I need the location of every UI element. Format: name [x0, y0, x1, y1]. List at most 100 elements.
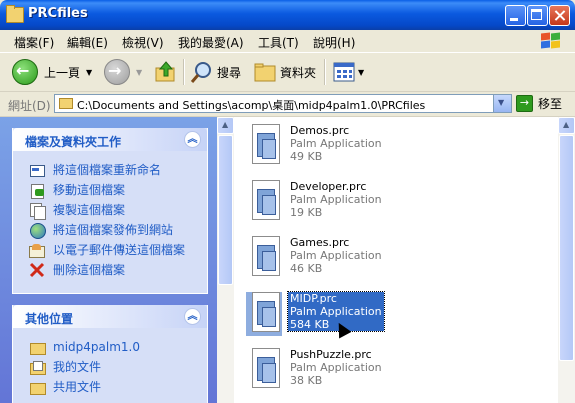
place-my-documents[interactable]: 我的文件 — [29, 358, 101, 375]
window-title: PRCfiles — [28, 6, 88, 21]
toolbar-separator — [183, 59, 185, 85]
task-move[interactable]: 移動這個檔案 — [29, 181, 126, 199]
folders-button[interactable]: 資料夾 — [253, 58, 316, 86]
move-icon — [29, 182, 45, 199]
file-tasks-panel: 檔案及資料夾工作 ︽ 將這個檔案重新命名 移動這個檔案 複製這個檔案 將這個檔案… — [12, 128, 208, 294]
scroll-thumb[interactable] — [559, 135, 574, 361]
file-type: Palm Application — [290, 137, 382, 150]
file-size: 19 KB — [290, 206, 323, 219]
scroll-thumb[interactable] — [218, 135, 233, 285]
folder-icon — [29, 339, 46, 355]
palm-app-file-icon — [246, 180, 282, 224]
file-type: Palm Application — [290, 361, 382, 374]
task-copy[interactable]: 複製這個檔案 — [29, 201, 126, 220]
search-button[interactable]: 搜尋 — [190, 58, 241, 86]
file-list: Demos.prc Palm Application 49 KB Developer.… — [234, 117, 558, 403]
forward-arrow-icon — [104, 59, 130, 85]
rename-icon — [29, 162, 45, 178]
go-button[interactable]: → 移至 — [516, 95, 562, 112]
views-grid-icon — [333, 62, 355, 82]
address-input[interactable]: C:\Documents and Settings\acomp\桌面\midp4… — [54, 94, 512, 113]
file-size: 38 KB — [290, 374, 323, 387]
collapse-chevron-icon[interactable]: ︽ — [184, 131, 201, 148]
file-type: Palm Application — [290, 305, 382, 318]
scroll-up-button[interactable]: ▲ — [558, 117, 575, 134]
folders-label: 資料夾 — [280, 65, 317, 80]
palm-app-file-icon — [246, 348, 282, 392]
up-button[interactable] — [154, 58, 178, 86]
file-details: Developer.prc Palm Application 19 KB — [290, 180, 382, 219]
other-places-panel: 其他位置 ︽ midp4palm1.0 我的文件 共用文件 — [12, 305, 208, 403]
task-move-label: 移動這個檔案 — [53, 183, 126, 197]
file-list-scrollbar[interactable]: ▲ — [558, 117, 575, 403]
task-copy-label: 複製這個檔案 — [53, 203, 126, 217]
file-item[interactable]: Developer.prc Palm Application 19 KB — [244, 178, 544, 228]
file-tasks-title: 檔案及資料夾工作 — [25, 135, 122, 149]
maximize-button[interactable] — [527, 5, 548, 26]
task-pane-scrollbar[interactable]: ▲ — [217, 117, 234, 403]
file-type: Palm Application — [290, 249, 382, 262]
task-rename-label: 將這個檔案重新命名 — [53, 163, 162, 177]
place-my-documents-label: 我的文件 — [53, 360, 102, 374]
back-button[interactable]: 上一頁 ▼ — [12, 58, 92, 86]
place-midp4palm-label: midp4palm1.0 — [53, 339, 140, 354]
copy-icon — [29, 202, 46, 220]
windows-logo-icon — [539, 32, 561, 50]
up-folder-icon — [155, 61, 175, 82]
collapse-chevron-icon[interactable]: ︽ — [184, 308, 201, 325]
task-email-label: 以電子郵件傳送這個檔案 — [53, 243, 186, 257]
scroll-up-button[interactable]: ▲ — [217, 117, 234, 134]
views-dropdown-icon[interactable]: ▼ — [358, 68, 364, 77]
menu-tools[interactable]: 工具(T) — [258, 34, 299, 51]
task-publish[interactable]: 將這個檔案發佈到網站 — [29, 221, 173, 239]
other-places-header[interactable]: 其他位置 ︽ — [13, 305, 207, 328]
palm-app-file-icon — [246, 292, 282, 336]
address-bar: 網址(D) C:\Documents and Settings\acomp\桌面… — [0, 92, 575, 117]
file-details: Games.prc Palm Application 46 KB — [290, 236, 382, 275]
task-rename[interactable]: 將這個檔案重新命名 — [29, 161, 161, 178]
file-item[interactable]: Demos.prc Palm Application 49 KB — [244, 122, 544, 172]
forward-button[interactable]: ▼ — [104, 58, 142, 86]
file-item[interactable]: Games.prc Palm Application 46 KB — [244, 234, 544, 284]
file-name: MIDP.prc — [290, 292, 337, 305]
menu-favorites[interactable]: 我的最愛(A) — [178, 34, 244, 51]
back-arrow-icon — [12, 59, 38, 85]
back-dropdown-icon[interactable]: ▼ — [86, 68, 92, 77]
folder-tree-icon — [254, 63, 276, 82]
file-item[interactable]: MIDP.prc Palm Application 584 KB — [244, 290, 544, 340]
address-path: C:\Documents and Settings\acomp\桌面\midp4… — [77, 99, 426, 112]
arrow-up-icon: ▲ — [222, 120, 229, 129]
forward-dropdown-icon[interactable]: ▼ — [136, 68, 142, 77]
go-label: 移至 — [538, 97, 563, 111]
other-places-title: 其他位置 — [25, 312, 74, 326]
place-shared-documents-label: 共用文件 — [53, 380, 102, 394]
file-size: 49 KB — [290, 150, 323, 163]
folder-icon — [59, 98, 73, 109]
task-pane: 檔案及資料夾工作 ︽ 將這個檔案重新命名 移動這個檔案 複製這個檔案 將這個檔案… — [0, 117, 234, 403]
minimize-button[interactable] — [505, 5, 526, 26]
address-label: 網址(D) — [8, 99, 51, 113]
close-button[interactable] — [549, 5, 570, 26]
file-tasks-header[interactable]: 檔案及資料夾工作 ︽ — [13, 128, 207, 151]
task-delete[interactable]: 刪除這個檔案 — [29, 261, 125, 278]
menu-help[interactable]: 說明(H) — [313, 34, 355, 51]
task-email[interactable]: 以電子郵件傳送這個檔案 — [29, 241, 185, 258]
toolbar-separator — [324, 59, 326, 85]
globe-icon — [29, 222, 46, 239]
file-name: Games.prc — [290, 236, 350, 249]
title-bar[interactable]: PRCfiles — [0, 0, 575, 30]
menu-view[interactable]: 檢視(V) — [122, 34, 164, 51]
menu-bar: 檔案(F) 編輯(E) 檢視(V) 我的最愛(A) 工具(T) 說明(H) — [0, 30, 575, 53]
explorer-window: PRCfiles 檔案(F) 編輯(E) 檢視(V) 我的最愛(A) 工具(T)… — [0, 0, 575, 403]
place-shared-documents[interactable]: 共用文件 — [29, 378, 101, 395]
toolbar: 上一頁 ▼ ▼ 搜尋 資料夾 — [0, 53, 575, 92]
menu-file[interactable]: 檔案(F) — [14, 34, 54, 51]
address-dropdown-button[interactable] — [493, 95, 511, 112]
file-item[interactable]: PushPuzzle.prc Palm Application 38 KB — [244, 346, 544, 396]
magnifier-icon — [190, 62, 211, 83]
folder-icon — [6, 5, 24, 23]
place-midp4palm[interactable]: midp4palm1.0 — [29, 338, 140, 355]
views-button[interactable]: ▼ — [332, 58, 364, 86]
menu-edit[interactable]: 編輯(E) — [67, 34, 108, 51]
my-documents-icon — [29, 359, 46, 375]
